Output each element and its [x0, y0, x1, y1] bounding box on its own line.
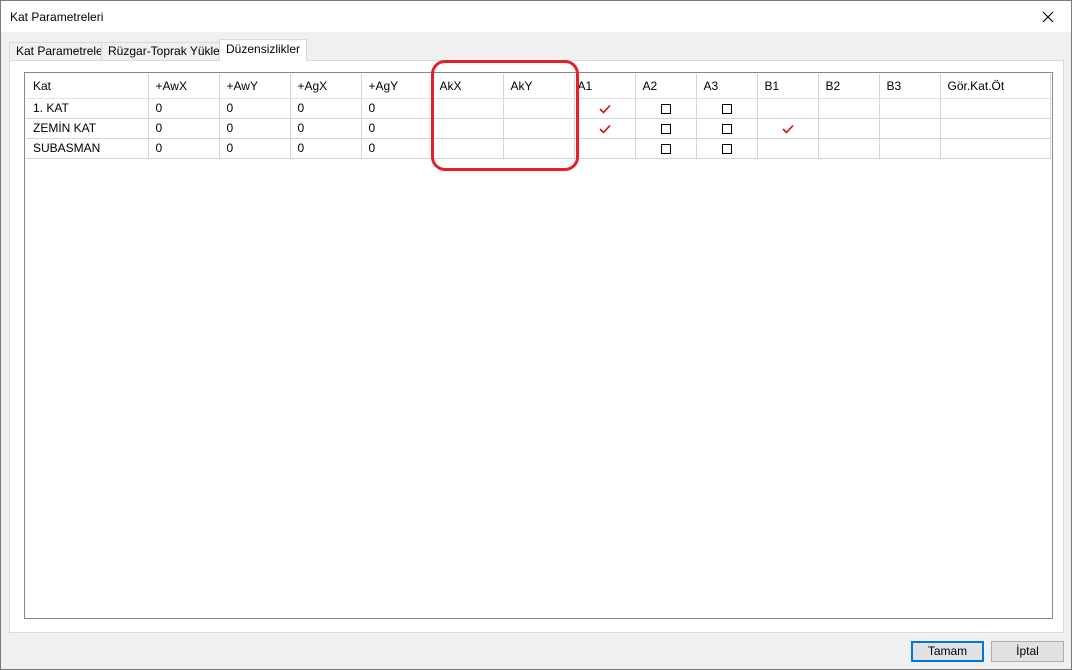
table-row[interactable]: SUBASMAN 0 0 0 0 — [26, 138, 1051, 159]
table-row[interactable]: 1. KAT 0 0 0 0 — [26, 98, 1051, 119]
checkbox-icon[interactable] — [721, 123, 732, 134]
cell-awx[interactable]: 0 — [148, 138, 220, 159]
column-header-awy[interactable]: +AwY — [219, 74, 291, 99]
cell-a1[interactable] — [574, 98, 636, 119]
cell-a2[interactable] — [635, 138, 697, 159]
cell-agy[interactable]: 0 — [361, 98, 433, 119]
cell-agy[interactable]: 0 — [361, 138, 433, 159]
cell-awy[interactable]: 0 — [219, 118, 291, 139]
cell-akx[interactable] — [432, 118, 504, 139]
close-icon — [1042, 11, 1054, 22]
cell-a1[interactable] — [574, 138, 636, 159]
checkbox-icon[interactable] — [660, 123, 671, 134]
tab-label: Kat Parametreleri — [16, 44, 110, 58]
cell-gor-kat-ot[interactable] — [940, 118, 1051, 139]
column-header-a1[interactable]: A1 — [574, 74, 636, 99]
column-header-b1[interactable]: B1 — [757, 74, 819, 99]
column-header-agy[interactable]: +AgY — [361, 74, 433, 99]
dialog-window: Kat Parametreleri Kat Parametreleri Rüzg… — [0, 0, 1072, 670]
ok-button-label: Tamam — [927, 644, 968, 658]
tab-panel-duzensizlikler: Kat +AwX +AwY +AgX +AgY AkX AkY A1 A2 A3… — [9, 60, 1064, 633]
checkmark-icon[interactable] — [598, 124, 611, 134]
cell-agx[interactable]: 0 — [290, 118, 362, 139]
header-row: Kat +AwX +AwY +AgX +AgY AkX AkY A1 A2 A3… — [26, 74, 1051, 99]
irregularities-grid[interactable]: Kat +AwX +AwY +AgX +AgY AkX AkY A1 A2 A3… — [24, 72, 1053, 619]
tab-label: Düzensizlikler — [226, 42, 301, 56]
cell-awy[interactable]: 0 — [219, 138, 291, 159]
column-header-akx[interactable]: AkX — [432, 74, 504, 99]
column-header-awx[interactable]: +AwX — [148, 74, 220, 99]
column-header-agx[interactable]: +AgX — [290, 74, 362, 99]
cell-b3[interactable] — [879, 98, 941, 119]
checkbox-icon[interactable] — [660, 143, 671, 154]
cell-b2[interactable] — [818, 138, 880, 159]
cell-b3[interactable] — [879, 138, 941, 159]
cell-akx[interactable] — [432, 98, 504, 119]
checkbox-icon[interactable] — [660, 103, 671, 114]
cell-b1[interactable] — [757, 138, 819, 159]
tab-duzensizlikler[interactable]: Düzensizlikler — [219, 39, 308, 61]
cancel-button[interactable]: İptal — [991, 641, 1064, 662]
window-title: Kat Parametreleri — [10, 10, 104, 24]
column-header-kat[interactable]: Kat — [26, 74, 149, 99]
cell-b1[interactable] — [757, 118, 819, 139]
close-button[interactable] — [1025, 1, 1071, 32]
cell-kat[interactable]: ZEMİN KAT — [26, 118, 149, 139]
checkbox-icon[interactable] — [721, 143, 732, 154]
cell-b1[interactable] — [757, 98, 819, 119]
cell-a2[interactable] — [635, 118, 697, 139]
cell-b2[interactable] — [818, 118, 880, 139]
cell-a1[interactable] — [574, 118, 636, 139]
cell-b3[interactable] — [879, 118, 941, 139]
cell-a3[interactable] — [696, 118, 758, 139]
cell-akx[interactable] — [432, 138, 504, 159]
cell-a3[interactable] — [696, 138, 758, 159]
cell-b2[interactable] — [818, 98, 880, 119]
tab-label: Rüzgar-Toprak Yükleri — [108, 44, 227, 58]
cell-aky[interactable] — [503, 138, 575, 159]
column-header-b3[interactable]: B3 — [879, 74, 941, 99]
checkmark-icon[interactable] — [598, 104, 611, 114]
column-header-aky[interactable]: AkY — [503, 74, 575, 99]
irregularities-table: Kat +AwX +AwY +AgX +AgY AkX AkY A1 A2 A3… — [26, 74, 1051, 159]
checkbox-icon[interactable] — [721, 103, 732, 114]
cell-a3[interactable] — [696, 98, 758, 119]
title-bar[interactable]: Kat Parametreleri — [1, 1, 1071, 32]
cell-agx[interactable]: 0 — [290, 138, 362, 159]
table-row[interactable]: ZEMİN KAT 0 0 0 0 — [26, 118, 1051, 139]
tab-ruzgar-toprak-yukleri[interactable]: Rüzgar-Toprak Yükleri — [101, 42, 234, 61]
cancel-button-label: İptal — [1016, 644, 1039, 658]
cell-gor-kat-ot[interactable] — [940, 98, 1051, 119]
checkmark-icon[interactable] — [781, 124, 794, 134]
column-header-a2[interactable]: A2 — [635, 74, 697, 99]
column-header-b2[interactable]: B2 — [818, 74, 880, 99]
ok-button[interactable]: Tamam — [911, 641, 984, 662]
cell-kat[interactable]: SUBASMAN — [26, 138, 149, 159]
column-header-a3[interactable]: A3 — [696, 74, 758, 99]
cell-agx[interactable]: 0 — [290, 98, 362, 119]
cell-awx[interactable]: 0 — [148, 98, 220, 119]
cell-awy[interactable]: 0 — [219, 98, 291, 119]
column-header-gor-kat-ot[interactable]: Gör.Kat.Öt — [940, 74, 1051, 99]
cell-awx[interactable]: 0 — [148, 118, 220, 139]
cell-kat[interactable]: 1. KAT — [26, 98, 149, 119]
cell-aky[interactable] — [503, 118, 575, 139]
cell-agy[interactable]: 0 — [361, 118, 433, 139]
cell-aky[interactable] — [503, 98, 575, 119]
cell-gor-kat-ot[interactable] — [940, 138, 1051, 159]
cell-a2[interactable] — [635, 98, 697, 119]
